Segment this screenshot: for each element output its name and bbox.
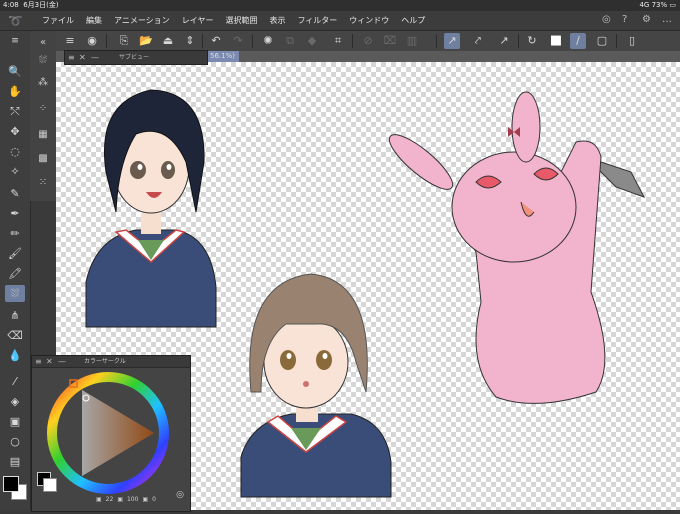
color-panel-settings-icon[interactable]: ◎ [176,490,184,500]
move-tool-icon[interactable]: ✥ [5,123,25,140]
subview-minimize-icon[interactable]: — [91,51,99,64]
more-icon[interactable]: … [662,14,674,26]
stabilizer-2-icon[interactable]: ⤤ [470,33,486,49]
quick-access-icon[interactable]: ↻ [524,33,540,49]
copy-icon[interactable]: ⧉ [282,33,298,49]
color-panel-minimize-icon[interactable]: — [58,356,66,367]
open-file-icon[interactable]: 📂 [138,33,154,49]
operation-tool-icon[interactable]: ⤲ [5,103,25,120]
color-panel-grip-icon[interactable]: ≡ [35,356,42,367]
scroll-arrows-icon[interactable]: ⇕ [182,33,198,49]
color-square-icon[interactable]: ■ [548,33,564,49]
menu-bar: ➰ ファイル 編集 アニメーション レイヤー 選択範囲 表示 フィルター ウィン… [0,11,680,31]
user-icon[interactable]: ◎ [602,14,614,26]
status-time-date: 4:08 6月3日(金) [3,1,59,9]
subview-grip-icon[interactable]: ≡ [68,51,75,64]
menu-file[interactable]: ファイル [36,11,80,30]
color-info-readout: ▣ 22 ▣ 100 ▣ 0 [96,496,156,503]
subview-close-icon[interactable]: ✕ [79,51,86,64]
stabilizer-3-icon[interactable]: ↗ [496,33,512,49]
menu-window[interactable]: ウィンドウ [343,11,395,30]
settings-icon[interactable]: ⚙ [642,14,654,26]
subview-title: サブビュー [119,54,150,61]
smartphone-icon[interactable]: ▯ [624,33,640,49]
magic-wand-icon[interactable]: ✧ [5,163,25,180]
redo-icon[interactable]: ↷ [230,33,246,49]
lasso-tool-icon[interactable]: ◌ [5,143,25,160]
hue-ring[interactable] [42,370,180,496]
help-icon[interactable]: ? [622,14,634,26]
fill-tool-icon[interactable]: ◈ [5,393,25,410]
brightness-value-icon: ▣ [142,496,149,503]
pencil-tool-icon[interactable]: ✏ [5,225,25,242]
menu-edit[interactable]: 編集 [80,11,108,30]
eyedropper-tool-icon[interactable]: ✎ [5,185,25,202]
status-network-battery: 4G 73% ▭ [639,1,676,9]
stabilizer-1-icon[interactable]: ↗ [444,33,460,49]
transform-icon[interactable]: ⌗ [330,33,346,49]
color-panel-close-icon[interactable]: ✕ [46,356,53,367]
eraser-tool-icon[interactable]: ⌫ [5,327,25,344]
panel-collapse-icon[interactable]: ≡ [5,33,25,50]
save-file-icon[interactable]: ⏏ [160,33,176,49]
ios-status-bar: 4:08 6月3日(金) 4G 73% ▭ [0,0,680,11]
command-bar: ≡ ◉ ⎘ 📂 ⏏ ⇕ ↶ ↷ ✺ ⧉ ◆ ⌗ ⊘ ⌧ ▥ ↗ ⤤ ↗ ↻ ■ … [56,31,680,52]
zoom-tool-icon[interactable]: 🔍 [5,63,25,80]
character-brown-hair-girl [240,273,392,498]
hamburger-menu-icon[interactable]: ≡ [62,33,78,49]
loading-icon[interactable]: ✺ [260,33,276,49]
subtool-airbrush-3-icon[interactable]: ⁘ [35,101,51,117]
color-panel-title: カラーサークル [84,358,126,365]
hue-value-icon: ▣ [96,496,102,503]
menu-layer[interactable]: レイヤー [176,11,220,30]
frame-tool-icon[interactable]: ▤ [5,453,25,470]
undo-icon[interactable]: ↶ [208,33,224,49]
gallery-icon[interactable]: ◉ [84,33,100,49]
color-swatches [0,472,30,510]
subtool-pattern-3-icon[interactable]: ⁙ [35,175,51,191]
deselect-icon[interactable]: ⊘ [360,33,376,49]
fill-selection-icon[interactable]: ◆ [304,33,320,49]
figure-tool-icon[interactable]: ○ [5,433,25,450]
zoom-readout: 56.1%) [206,51,239,62]
decoration-tool-icon[interactable]: ⋔ [5,307,25,324]
subtool-pattern-1-icon[interactable]: ▦ [35,127,51,143]
subtool-pattern-2-icon[interactable]: ▩ [35,151,51,167]
hand-tool-icon[interactable]: ✋ [5,83,25,100]
color-picker-icon[interactable]: ⁄ [5,373,25,390]
menu-filter[interactable]: フィルター [291,11,343,30]
layer-property-icon[interactable]: ▢ [594,33,610,49]
subtool-airbrush-2-icon[interactable]: ⁂ [35,75,51,91]
brush-tool-icon[interactable]: 🖌 [5,245,25,262]
invert-selection-icon[interactable]: ▥ [404,33,420,49]
menu-view[interactable]: 表示 [263,11,291,30]
menu-list: ファイル 編集 アニメーション レイヤー 選択範囲 表示 フィルター ウィンドウ… [36,11,431,30]
saturation-value-icon: ▣ [117,496,123,503]
subview-panel: ≡ ✕ — サブビュー [64,50,208,65]
airbrush-tool-icon[interactable]: ⛆ [5,285,25,302]
menu-animation[interactable]: アニメーション [108,11,176,30]
foreground-color-swatch[interactable] [3,476,19,492]
gradient-tool-icon[interactable]: ▣ [5,413,25,430]
crop-icon[interactable]: ⌧ [382,33,398,49]
pen-tool-icon[interactable]: ✒ [5,205,25,222]
collapse-arrow-icon[interactable]: « [35,35,51,51]
blend-tool-icon[interactable]: 💧 [5,347,25,364]
new-file-icon[interactable]: ⎘ [116,33,132,49]
subtool-airbrush-1-icon[interactable]: ⛆ [35,53,51,69]
character-dark-hair-girl [85,89,217,328]
app-logo-icon[interactable]: ➰ [8,14,23,28]
menu-selection[interactable]: 選択範囲 [219,11,263,30]
sub-tool-palette: « ⛆ ⁂ ⁘ ▦ ▩ ⁙ [30,31,57,201]
color-panel-header: ≡ ✕ — カラーサークル [32,356,190,368]
panel-bg-swatch[interactable] [43,478,57,492]
character-pink-rabbit [388,91,646,404]
marker-tool-icon[interactable]: 🖍 [5,265,25,282]
menu-help[interactable]: ヘルプ [395,11,431,30]
menu-right-icons: ◎ ? ⚙ … [602,14,674,26]
color-circle-panel: ≡ ✕ — カラーサークル ▣ 22 ▣ 100 ▣ 0 ◎ [31,355,191,512]
tool-palette: ≡ 🔍 ✋ ⤲ ✥ ◌ ✧ ✎ ✒ ✏ 🖌 🖍 ⛆ ⋔ ⌫ 💧 ⁄ ◈ ▣ ○ … [0,31,31,510]
brush-size-icon[interactable]: / [570,33,586,49]
